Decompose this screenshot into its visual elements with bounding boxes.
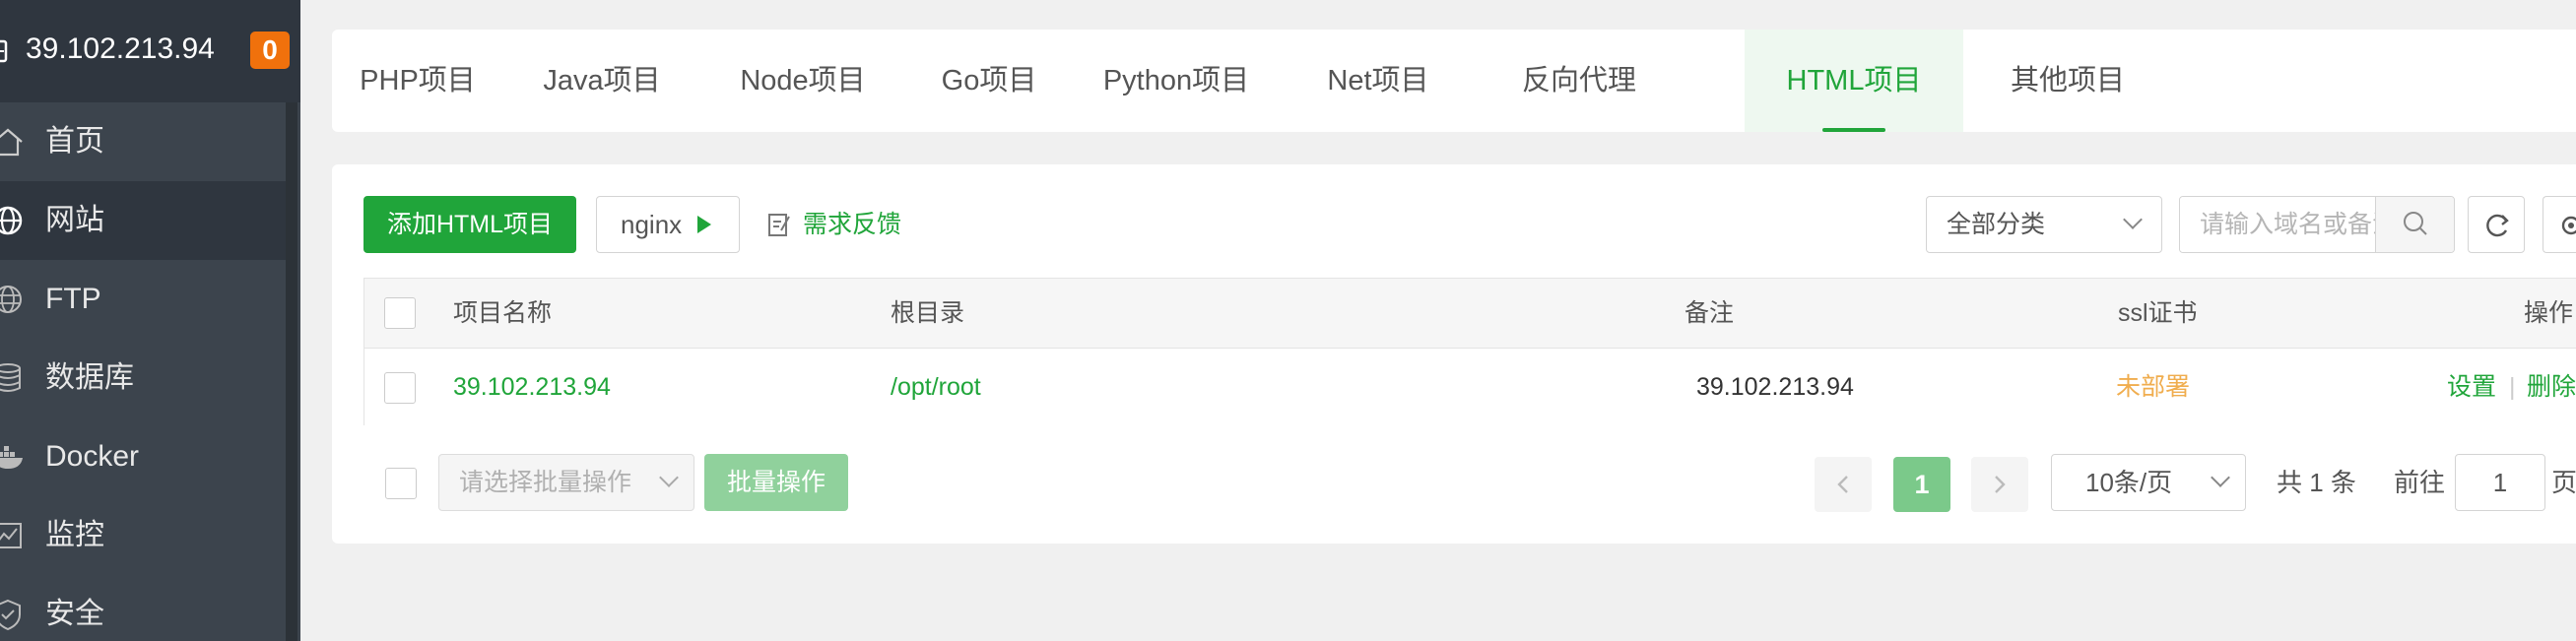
sidebar-item-security[interactable]: 安全 [0, 575, 286, 641]
prev-page-button[interactable] [1815, 457, 1872, 512]
tab-html[interactable]: HTML项目 [1745, 30, 1963, 132]
sidebar-item-home[interactable]: 首页 [0, 102, 286, 181]
nginx-button[interactable]: nginx [596, 196, 740, 253]
globe-icon [0, 203, 26, 238]
table-row: 39.102.213.94 /opt/root 39.102.213.94 未部… [364, 350, 2576, 425]
next-page-button[interactable] [1971, 457, 2028, 512]
goto-unit: 页 [2551, 468, 2576, 497]
select-all-checkbox[interactable] [384, 297, 416, 329]
tab-net[interactable]: Net项目 [1280, 30, 1477, 132]
server-icon [0, 33, 10, 67]
sidebar-item-label: 首页 [45, 125, 104, 158]
chevron-right-icon [1995, 476, 2006, 493]
project-name-link[interactable]: 39.102.213.94 [453, 372, 611, 402]
tab-python[interactable]: Python项目 [1073, 30, 1280, 132]
settings-link[interactable]: 设置 [2447, 372, 2496, 402]
gear-icon [2561, 216, 2576, 235]
database-icon [0, 360, 26, 396]
sidebar-item-website[interactable]: 网站 [0, 181, 286, 260]
settings-button[interactable] [2543, 196, 2576, 253]
tab-go[interactable]: Go项目 [905, 30, 1073, 132]
root-dir-link[interactable]: /opt/root [891, 372, 981, 402]
tab-node[interactable]: Node项目 [700, 30, 905, 132]
sidebar-item-label: Docker [45, 440, 140, 473]
tab-php[interactable]: PHP项目 [332, 30, 503, 132]
search-box [2179, 196, 2455, 253]
sidebar-scrollbar[interactable] [286, 102, 297, 641]
sidebar-item-database[interactable]: 数据库 [0, 339, 286, 417]
page-number-current[interactable]: 1 [1893, 457, 1950, 512]
sidebar-item-label: 监控 [45, 519, 104, 551]
sidebar-header: 39.102.213.94 0 [0, 0, 300, 102]
goto-page-input[interactable]: 1 [2455, 454, 2545, 511]
search-button[interactable] [2375, 197, 2454, 252]
action-separator: | [2509, 373, 2516, 401]
page-size-value: 10条/页 [2085, 468, 2173, 497]
add-html-project-button[interactable]: 添加HTML项目 [363, 196, 576, 253]
sidebar-item-label: FTP [45, 283, 101, 315]
total-count: 共 1 条 [2277, 468, 2356, 497]
play-icon [697, 216, 711, 233]
delete-link[interactable]: 删除 [2527, 372, 2576, 402]
chevron-down-icon [2211, 468, 2230, 487]
feedback-label: 需求反馈 [803, 211, 902, 238]
batch-operation-placeholder: 请选择批量操作 [459, 469, 632, 496]
tab-java[interactable]: Java项目 [503, 30, 700, 132]
project-type-tabs: PHP项目 Java项目 Node项目 Go项目 Python项目 Net项目 … [332, 30, 2576, 132]
shield-icon [0, 597, 26, 632]
table-header: 项目名称 根目录 备注 ssl证书 操作 [364, 279, 2576, 349]
search-input[interactable] [2180, 197, 2375, 252]
nginx-label: nginx [621, 210, 683, 239]
sidebar-item-label: 安全 [45, 598, 104, 630]
refresh-icon [2486, 214, 2509, 237]
tab-reverse-proxy[interactable]: 反向代理 [1477, 30, 1682, 132]
chevron-down-icon [2123, 210, 2143, 229]
category-value: 全部分类 [1947, 211, 2046, 238]
monitor-icon [0, 518, 26, 553]
server-host[interactable]: 39.102.213.94 [26, 30, 215, 69]
footer-select-all-checkbox[interactable] [385, 468, 417, 499]
category-select[interactable]: 全部分类 [1926, 196, 2162, 253]
ftp-globe-icon [0, 282, 26, 317]
note-value[interactable]: 39.102.213.94 [1696, 372, 1854, 402]
column-header-ssl: ssl证书 [2118, 299, 2198, 327]
project-table: 项目名称 根目录 备注 ssl证书 操作 39.102.213.94 /opt/… [363, 278, 2576, 425]
sidebar-item-docker[interactable]: Docker [0, 417, 286, 496]
sidebar-item-ftp[interactable]: FTP [0, 260, 286, 339]
sidebar-item-label: 网站 [45, 204, 104, 236]
chevron-down-icon [659, 468, 679, 487]
batch-operation-button[interactable]: 批量操作 [704, 454, 848, 511]
sidebar: 39.102.213.94 0 首页 网站 FTP 数据库 Docker 监控 … [0, 0, 300, 641]
batch-operation-select[interactable]: 请选择批量操作 [438, 454, 694, 511]
goto-label: 前往 [2394, 468, 2446, 497]
ssl-status[interactable]: 未部署 [2116, 372, 2190, 402]
sidebar-item-monitor[interactable]: 监控 [0, 496, 286, 575]
row-checkbox[interactable] [384, 372, 416, 404]
column-header-actions: 操作 [2524, 299, 2574, 327]
chevron-left-icon [1837, 476, 1848, 493]
sidebar-item-label: 数据库 [45, 361, 134, 394]
column-header-root: 根目录 [891, 299, 965, 327]
search-icon [2404, 212, 2427, 235]
edit-note-icon [767, 212, 791, 237]
notification-badge[interactable]: 0 [250, 32, 290, 69]
tab-other[interactable]: 其他项目 [1963, 30, 2172, 132]
column-header-note: 备注 [1684, 299, 1735, 327]
column-header-name[interactable]: 项目名称 [453, 298, 552, 328]
project-panel: 添加HTML项目 nginx 需求反馈 全部分类 项目名称 根目录 备注 ssl… [332, 164, 2576, 544]
docker-icon [0, 439, 26, 475]
refresh-button[interactable] [2468, 196, 2525, 253]
home-icon [0, 124, 26, 160]
page-size-select[interactable]: 10条/页 [2051, 454, 2246, 511]
